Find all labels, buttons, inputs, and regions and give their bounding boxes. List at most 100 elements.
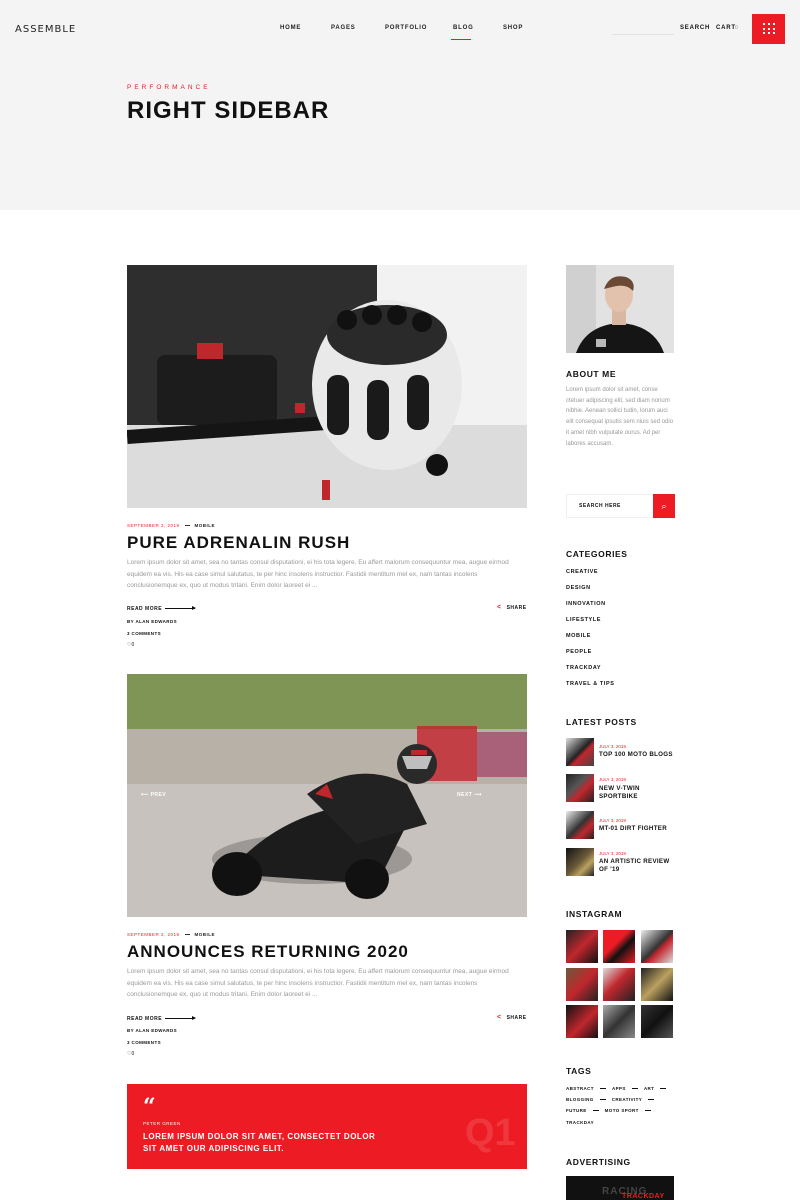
like-button[interactable]: ♡0	[127, 642, 134, 648]
nav-blog[interactable]: BLOG	[453, 25, 474, 31]
search-icon: ⌕	[661, 501, 667, 511]
nav-home[interactable]: HOME	[280, 25, 301, 31]
quote-icon: “	[143, 1094, 156, 1120]
tag-moto-sport[interactable]: MOTO SPORT	[605, 1108, 639, 1113]
read-more-link[interactable]: READ MORE	[127, 606, 196, 612]
grid-icon	[763, 23, 765, 25]
post-author[interactable]: BY ALAN EDWARDS	[127, 1028, 177, 1033]
category-design[interactable]: DESIGN	[566, 585, 591, 591]
tag-creativity[interactable]: CREATIVITY	[612, 1097, 642, 1102]
grid-menu-button[interactable]	[752, 14, 785, 44]
sidebar-search-button[interactable]: ⌕	[653, 494, 675, 518]
like-button[interactable]: ♡0	[127, 1051, 134, 1057]
post-image-slider[interactable]: ⟵ PREV NEXT ⟶	[127, 674, 527, 917]
arrow-left-icon: ⟵	[141, 792, 151, 798]
slider-prev-button[interactable]: ⟵ PREV	[141, 792, 166, 798]
tag-art[interactable]: ART	[644, 1086, 654, 1091]
ad-subtext: TRACKDAY	[622, 1193, 665, 1200]
instagram-heading: INSTAGRAM	[566, 909, 623, 919]
latest-post-title[interactable]: AN ARTISTIC REVIEW OF '19	[599, 858, 674, 873]
share-button[interactable]: < SHARE	[497, 604, 527, 611]
category-innovation[interactable]: INNOVATION	[566, 601, 606, 607]
author-avatar	[566, 265, 674, 353]
latest-post-thumbnail[interactable]	[566, 848, 594, 876]
latest-post-date: JULY 3, 2019	[599, 777, 626, 782]
nav-portfolio[interactable]: PORTFOLIO	[385, 25, 427, 31]
tags-row: FUTURE MOTO SPORT	[566, 1108, 657, 1113]
quote-watermark: Q1	[465, 1112, 516, 1154]
latest-post-thumbnail[interactable]	[566, 811, 594, 839]
logo[interactable]: ASSEMBLE	[15, 24, 76, 35]
glove-illustration	[127, 265, 527, 508]
latest-post-date: JULY 3, 2019	[599, 818, 626, 823]
read-more-link[interactable]: READ MORE	[127, 1016, 196, 1022]
category-creative[interactable]: CREATIVE	[566, 569, 598, 575]
category-trackday[interactable]: TRACKDAY	[566, 665, 601, 671]
post-title[interactable]: PURE ADRENALIN RUSH	[127, 533, 350, 553]
category-mobile[interactable]: MOBILE	[566, 633, 591, 639]
share-icon: <	[497, 1014, 502, 1021]
instagram-photo[interactable]	[603, 930, 635, 963]
tag-abstract[interactable]: ABSTRACT	[566, 1086, 594, 1091]
page-title: RIGHT SIDEBAR	[127, 97, 330, 124]
instagram-photo[interactable]	[641, 968, 673, 1001]
sidebar-search-input[interactable]	[567, 495, 653, 517]
advertising-heading: ADVERTISING	[566, 1157, 631, 1167]
tags-row: ABSTRACT APPS ART	[566, 1086, 672, 1091]
category-lifestyle[interactable]: LIFESTYLE	[566, 617, 601, 623]
instagram-photo[interactable]	[566, 930, 598, 963]
latest-post-date: JULY 3, 2019	[599, 744, 626, 749]
cart-count-badge: 0	[735, 25, 738, 31]
category-travel-tips[interactable]: TRAVEL & TIPS	[566, 681, 615, 687]
tags-row: TRACKDAY	[566, 1120, 594, 1125]
header-search-link[interactable]: SEARCH	[680, 25, 710, 31]
post-category[interactable]: MOBILE	[195, 523, 216, 528]
post-author[interactable]: BY ALAN EDWARDS	[127, 619, 177, 624]
instagram-photo[interactable]	[641, 930, 673, 963]
page-kicker: PERFORMANCE	[127, 84, 211, 91]
latest-post-title[interactable]: TOP 100 MOTO BLOGS	[599, 751, 674, 759]
post-date[interactable]: SEPTEMBER 2, 2019	[127, 523, 180, 528]
latest-post-title[interactable]: MT-01 DIRT FIGHTER	[599, 825, 674, 833]
share-icon: <	[497, 604, 502, 611]
tags-row: BLOGGING CREATIVITY	[566, 1097, 660, 1102]
about-heading: ABOUT ME	[566, 369, 617, 379]
post-image-glove[interactable]	[127, 265, 527, 508]
post-meta: SEPTEMBER 2, 2019 MOBILE	[127, 932, 215, 937]
instagram-photo[interactable]	[566, 968, 598, 1001]
tag-blogging[interactable]: BLOGGING	[566, 1097, 594, 1102]
latest-post-thumbnail[interactable]	[566, 774, 594, 802]
instagram-photo[interactable]	[603, 968, 635, 1001]
latest-post-date: JULY 3, 2019	[599, 851, 626, 856]
slider-next-button[interactable]: NEXT ⟶	[457, 792, 482, 798]
tag-apps[interactable]: APPS	[612, 1086, 626, 1091]
post-comments-link[interactable]: 3 COMMENTS	[127, 631, 161, 636]
quote-text: LOREM IPSUM DOLOR SIT AMET, CONSECTET DO…	[143, 1132, 376, 1153]
post-title[interactable]: ANNOUNCES RETURNING 2020	[127, 942, 409, 962]
post-meta: SEPTEMBER 2, 2019 MOBILE	[127, 523, 215, 528]
post-comments-link[interactable]: 3 COMMENTS	[127, 1040, 161, 1045]
post-category[interactable]: MOBILE	[195, 932, 216, 937]
portrait-illustration	[566, 265, 674, 353]
instagram-photo[interactable]	[566, 1005, 598, 1038]
header-search-input[interactable]	[612, 34, 674, 35]
latest-post-title[interactable]: NEW V-TWIN SPORTBIKE	[599, 785, 674, 800]
post-excerpt: Lorem ipsum dolor sit amet, sea no tanta…	[127, 559, 509, 589]
cart-link[interactable]: CART	[716, 25, 736, 31]
advertising-banner[interactable]: RACING TRACKDAY	[566, 1176, 674, 1200]
tag-future[interactable]: FUTURE	[566, 1108, 587, 1113]
category-people[interactable]: PEOPLE	[566, 649, 592, 655]
quote-post[interactable]: “ PETER GREEN LOREM IPSUM DOLOR SIT AMET…	[127, 1084, 527, 1169]
arrow-right-icon	[165, 1016, 196, 1020]
arrow-right-icon	[165, 606, 196, 610]
instagram-photo[interactable]	[603, 1005, 635, 1038]
nav-shop[interactable]: SHOP	[503, 25, 523, 31]
post-date[interactable]: SEPTEMBER 2, 2019	[127, 932, 180, 937]
tag-trackday[interactable]: TRACKDAY	[566, 1120, 594, 1125]
nav-pages[interactable]: PAGES	[331, 25, 356, 31]
tags-heading: TAGS	[566, 1066, 592, 1076]
instagram-photo[interactable]	[641, 1005, 673, 1038]
share-button[interactable]: < SHARE	[497, 1014, 527, 1021]
latest-post-thumbnail[interactable]	[566, 738, 594, 766]
sidebar-search: ⌕	[566, 494, 675, 518]
